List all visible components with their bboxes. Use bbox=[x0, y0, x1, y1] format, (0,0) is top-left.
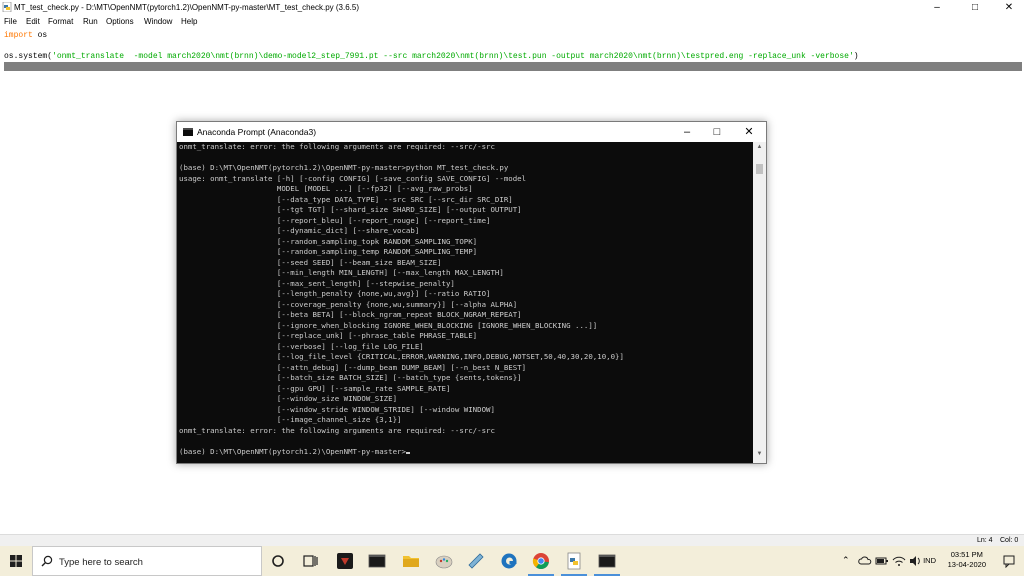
chrome-browser-icon[interactable] bbox=[530, 550, 552, 572]
minimize-button[interactable]: – bbox=[924, 0, 950, 15]
console-line: [--log_file_level {CRITICAL,ERROR,WARNIN… bbox=[179, 352, 624, 361]
anaconda-close-button[interactable]: ✕ bbox=[734, 122, 764, 142]
start-button[interactable] bbox=[0, 546, 32, 576]
keyword-import: import bbox=[4, 31, 33, 40]
console-line: [--length_penalty {none,wu,avg}] [--rati… bbox=[179, 289, 491, 298]
console-line: onmt_translate: error: the following arg… bbox=[179, 142, 495, 151]
console-line: [--beta BETA] [--block_ngram_repeat BLOC… bbox=[179, 310, 522, 319]
anaconda-minimize-button[interactable]: – bbox=[672, 122, 702, 142]
paint-app-icon[interactable] bbox=[433, 550, 455, 572]
scroll-up-arrow-icon[interactable]: ▲ bbox=[753, 144, 766, 154]
console-line: [--seed SEED] [--beam_size BEAM_SIZE] bbox=[179, 257, 442, 267]
console-line: [--window_size WINDOW_SIZE] bbox=[179, 394, 398, 403]
anaconda-prompt-window[interactable]: Anaconda Prompt (Anaconda3) – □ ✕ onmt_t… bbox=[176, 121, 767, 464]
idle-window-title: MT_test_check.py - D:\MT\OpenNMT(pytorch… bbox=[14, 3, 359, 12]
console-line: [--replace_unk] [--phrase_table PHRASE_T… bbox=[179, 331, 478, 340]
call-suffix: ) bbox=[853, 52, 859, 61]
system-tray: ⌃ IND 03:51 PM 13-04-2020 bbox=[834, 546, 1024, 576]
prompt-text: (base) D:\MT\OpenNMT(pytorch1.2)\OpenNMT… bbox=[179, 446, 406, 456]
current-line-highlight bbox=[4, 62, 1022, 71]
console-line: [--attn_debug] [--dump_beam DUMP_BEAM] [… bbox=[179, 362, 527, 372]
windows-taskbar: Type here to search ⌃ IND 03:51 PM 13-04… bbox=[0, 546, 1024, 576]
import-target: os bbox=[32, 31, 48, 40]
console-line: [--window_stride WINDOW_STRIDE] [--windo… bbox=[179, 404, 495, 414]
idle-title-bar[interactable]: MT_test_check.py - D:\MT\OpenNMT(pytorch… bbox=[0, 0, 1024, 15]
menu-options[interactable]: Options bbox=[106, 17, 134, 26]
console-line: [--data_type DATA_TYPE] --src SRC [--src… bbox=[179, 194, 513, 204]
battery-icon[interactable] bbox=[875, 555, 889, 567]
console-line: [--batch_size BATCH_SIZE] [--batch_type … bbox=[179, 373, 522, 382]
notification-icon[interactable] bbox=[1002, 554, 1016, 568]
scroll-thumb[interactable] bbox=[756, 164, 763, 174]
text-cursor bbox=[405, 451, 410, 454]
cloud-icon[interactable] bbox=[858, 555, 872, 567]
anaconda-prompt-taskbar-icon[interactable] bbox=[596, 550, 618, 572]
status-col: Col: 0 bbox=[1000, 537, 1019, 544]
input-language[interactable]: IND bbox=[923, 556, 936, 565]
clock-time: 03:51 PM bbox=[950, 550, 983, 559]
search-placeholder: Type here to search bbox=[59, 557, 143, 568]
console-line: [--ignore_when_blocking IGNORE_WHEN_BLOC… bbox=[179, 320, 598, 330]
wifi-icon[interactable] bbox=[892, 555, 906, 567]
console-line: [--min_length MIN_LENGTH] [--max_length … bbox=[179, 268, 504, 277]
console-line: (base) D:\MT\OpenNMT(pytorch1.2)\OpenNMT… bbox=[179, 163, 509, 172]
console-line: [--random_sampling_topk RANDOM_SAMPLING_… bbox=[179, 236, 478, 246]
console-line: [--dynamic_dict] [--share_vocab] bbox=[179, 226, 420, 235]
console-line: [--coverage_penalty {none,wu,summary}] [… bbox=[179, 299, 518, 309]
console-line: onmt_translate: error: the following arg… bbox=[179, 425, 495, 435]
maximize-button[interactable]: □ bbox=[962, 0, 988, 15]
notes-app-icon[interactable] bbox=[465, 550, 487, 572]
edge-browser-icon[interactable] bbox=[498, 550, 520, 572]
menu-run[interactable]: Run bbox=[83, 17, 98, 26]
idle-menu-bar: File Edit Format Run Options Window Help bbox=[0, 15, 1024, 28]
console-line: [--report_bleu] [--report_rouge] [--repo… bbox=[179, 215, 491, 225]
anaconda-window-title: Anaconda Prompt (Anaconda3) bbox=[197, 127, 317, 137]
console-line: MODEL [MODEL ...] [--fp32] [--avg_raw_pr… bbox=[179, 184, 473, 193]
clock-date: 13-04-2020 bbox=[947, 560, 986, 569]
taskbar-search-box[interactable]: Type here to search bbox=[32, 546, 262, 576]
menu-edit[interactable]: Edit bbox=[26, 17, 40, 26]
windows-logo-icon bbox=[10, 555, 22, 567]
task-view-icon[interactable] bbox=[299, 550, 321, 572]
anaconda-title-bar[interactable]: Anaconda Prompt (Anaconda3) – □ ✕ bbox=[177, 122, 766, 142]
search-icon bbox=[41, 555, 53, 567]
python-idle-icon[interactable] bbox=[563, 550, 585, 572]
menu-format[interactable]: Format bbox=[48, 17, 73, 26]
console-line: [--image_channel_size {3,1}] bbox=[179, 415, 402, 424]
file-explorer-icon[interactable] bbox=[400, 550, 422, 572]
menu-help[interactable]: Help bbox=[181, 17, 197, 26]
cortana-icon[interactable] bbox=[267, 550, 289, 572]
console-line: [--gpu GPU] [--sample_rate SAMPLE_RATE] bbox=[179, 383, 451, 393]
code-line-3: os.system('onmt_translate -model march20… bbox=[4, 52, 859, 61]
console-line: usage: onmt_translate [-h] [-config CONF… bbox=[179, 173, 527, 183]
menu-file[interactable]: File bbox=[4, 17, 17, 26]
menu-window[interactable]: Window bbox=[144, 17, 172, 26]
anaconda-maximize-button[interactable]: □ bbox=[702, 122, 732, 142]
console-output[interactable]: onmt_translate: error: the following arg… bbox=[177, 142, 753, 463]
console-prompt-line: (base) D:\MT\OpenNMT(pytorch1.2)\OpenNMT… bbox=[179, 447, 410, 458]
clock[interactable]: 03:51 PM 13-04-2020 bbox=[948, 550, 986, 570]
terminal-icon bbox=[183, 128, 193, 136]
python-file-icon bbox=[2, 2, 12, 12]
volume-icon[interactable] bbox=[909, 555, 923, 567]
game-app-icon[interactable] bbox=[334, 550, 356, 572]
chevron-up-icon[interactable]: ⌃ bbox=[842, 555, 850, 566]
console-line: [--random_sampling_temp RANDOM_SAMPLING_… bbox=[179, 247, 478, 256]
scroll-down-arrow-icon[interactable]: ▼ bbox=[753, 451, 766, 461]
command-string: 'onmt_translate -model march2020\nmt(brn… bbox=[52, 52, 854, 61]
terminal-app-icon[interactable] bbox=[366, 550, 388, 572]
console-line: [--tgt TGT] [--shard_size SHARD_SIZE] [-… bbox=[179, 205, 522, 214]
console-scrollbar[interactable]: ▲ ▼ bbox=[753, 142, 766, 463]
console-line: [--verbose] [--log_file LOG_FILE] bbox=[179, 341, 424, 351]
call-prefix: os.system( bbox=[4, 52, 53, 61]
console-line: [--max_sent_length] [--stepwise_penalty] bbox=[179, 278, 455, 288]
close-button[interactable]: ✕ bbox=[996, 0, 1022, 15]
status-line: Ln: 4 bbox=[977, 537, 993, 544]
code-line-1: import os bbox=[4, 31, 47, 40]
